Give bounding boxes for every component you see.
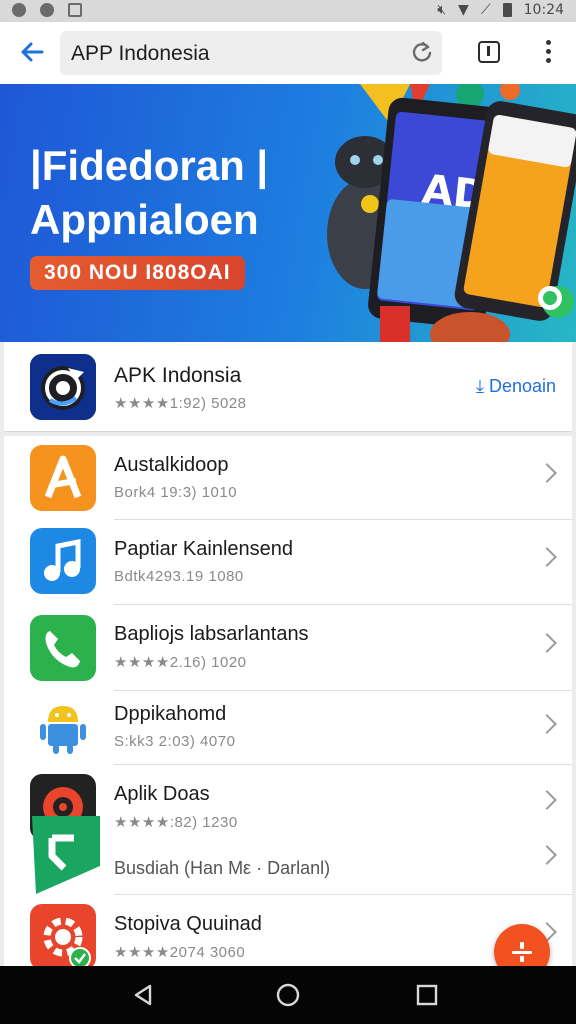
banner-title-line2: Appnialoen: [30, 196, 259, 243]
featured-app-name: APK Indonsia: [114, 364, 242, 387]
app-name: Stopiva Quuinad: [114, 913, 262, 935]
back-triangle-icon[interactable]: [130, 982, 156, 1008]
chevron-right-icon: [537, 463, 557, 483]
list-item[interactable]: Bapliojs labsarlantans ★★★★2.16) 1020: [4, 605, 572, 691]
list-item[interactable]: Stopiva Quuinad ★★★★2074 3060: [4, 895, 572, 968]
promo-banner[interactable]: AD |Fidedoran | Appnialoen 300 NOU I808O…: [0, 84, 576, 342]
banner-title: |Fidedoran | Appnialoen: [30, 139, 268, 247]
tabs-icon[interactable]: [478, 41, 500, 63]
chevron-right-icon: [537, 714, 557, 734]
featured-app-card[interactable]: APK Indonsia ★★★★1:92) 5028 ⤓ Denoain: [4, 342, 572, 432]
download-button[interactable]: ⤓ Denoain: [476, 376, 556, 397]
app-name: Dppikahomd: [114, 703, 227, 725]
mute-icon: 🔇︎: [437, 2, 447, 18]
music-note-app-icon: [30, 528, 96, 594]
download-divide-icon: [512, 942, 532, 962]
list-item[interactable]: Dppikahomd S:kk3 2:03) 4070: [4, 691, 572, 765]
app-name: Busdiah (Han Mε · Darlanl): [114, 858, 331, 878]
phone-app-icon: [30, 615, 96, 681]
wifi-icon: ▼: [458, 2, 469, 18]
banner-badge[interactable]: 300 NOU I808OAI: [30, 256, 245, 290]
green-flag-app-icon: [32, 816, 102, 894]
banner-title-line1: |Fidedoran |: [30, 142, 269, 189]
app-meta: Bdtk4293.19 1080: [114, 568, 244, 585]
status-bar: 🔇︎ ▼ ⟋ 10:24: [0, 0, 576, 22]
list-item[interactable]: Busdiah (Han Mε · Darlanl): [4, 814, 572, 894]
android-robot-icon: [30, 694, 96, 760]
home-circle-icon[interactable]: [275, 982, 301, 1008]
reload-icon[interactable]: [410, 40, 434, 64]
navigation-bar: [0, 966, 576, 1024]
app-meta: Bork4 19:3) 1010: [114, 484, 238, 501]
app-name: Austalkidoop: [114, 454, 229, 476]
signal-icon: ⟋: [480, 2, 491, 18]
battery-icon: [502, 3, 512, 17]
app-name: Paptiar Kainlensend: [114, 538, 294, 560]
app-meta: S:kk3 2:03) 4070: [114, 733, 236, 750]
phones-illustration: AD: [327, 84, 576, 342]
app-meta: ★★★★2074 3060: [114, 944, 246, 961]
list-item[interactable]: Austalkidoop Bork4 19:3) 1010: [4, 436, 572, 520]
app-name: Bapliojs labsarlantans: [114, 623, 309, 645]
chevron-right-icon: [537, 547, 557, 567]
app-name: Aplik Doas: [114, 783, 210, 805]
photo-icon: [68, 3, 82, 17]
browser-screen: 🔇︎ ▼ ⟋ 10:24 APP Indonesia AD |Fidedoran…: [0, 0, 576, 1024]
more-vert-icon[interactable]: [538, 40, 558, 66]
list-item[interactable]: Paptiar Kainlensend Bdtk4293.19 1080: [4, 520, 572, 605]
messenger-icon: [40, 3, 54, 17]
shield-icon: [12, 3, 26, 17]
status-time: 10:24: [523, 2, 564, 18]
address-bar: APP Indonesia: [0, 22, 576, 84]
chevron-right-icon: [537, 790, 557, 810]
url-text: APP Indonesia: [71, 42, 210, 65]
apk-logo-icon: [30, 354, 96, 420]
back-arrow-icon[interactable]: [16, 36, 48, 68]
recents-square-icon[interactable]: [414, 982, 440, 1008]
app-list: Austalkidoop Bork4 19:3) 1010 Paptiar Ka…: [4, 436, 572, 968]
featured-app-meta: ★★★★1:92) 5028: [114, 395, 247, 412]
app-meta: ★★★★2.16) 1020: [114, 654, 247, 671]
chevron-right-icon: [537, 633, 557, 653]
letter-a-app-icon: [30, 445, 96, 511]
gear-app-icon: [30, 904, 96, 968]
url-field[interactable]: APP Indonesia: [60, 31, 442, 75]
chevron-right-icon: [537, 845, 557, 865]
